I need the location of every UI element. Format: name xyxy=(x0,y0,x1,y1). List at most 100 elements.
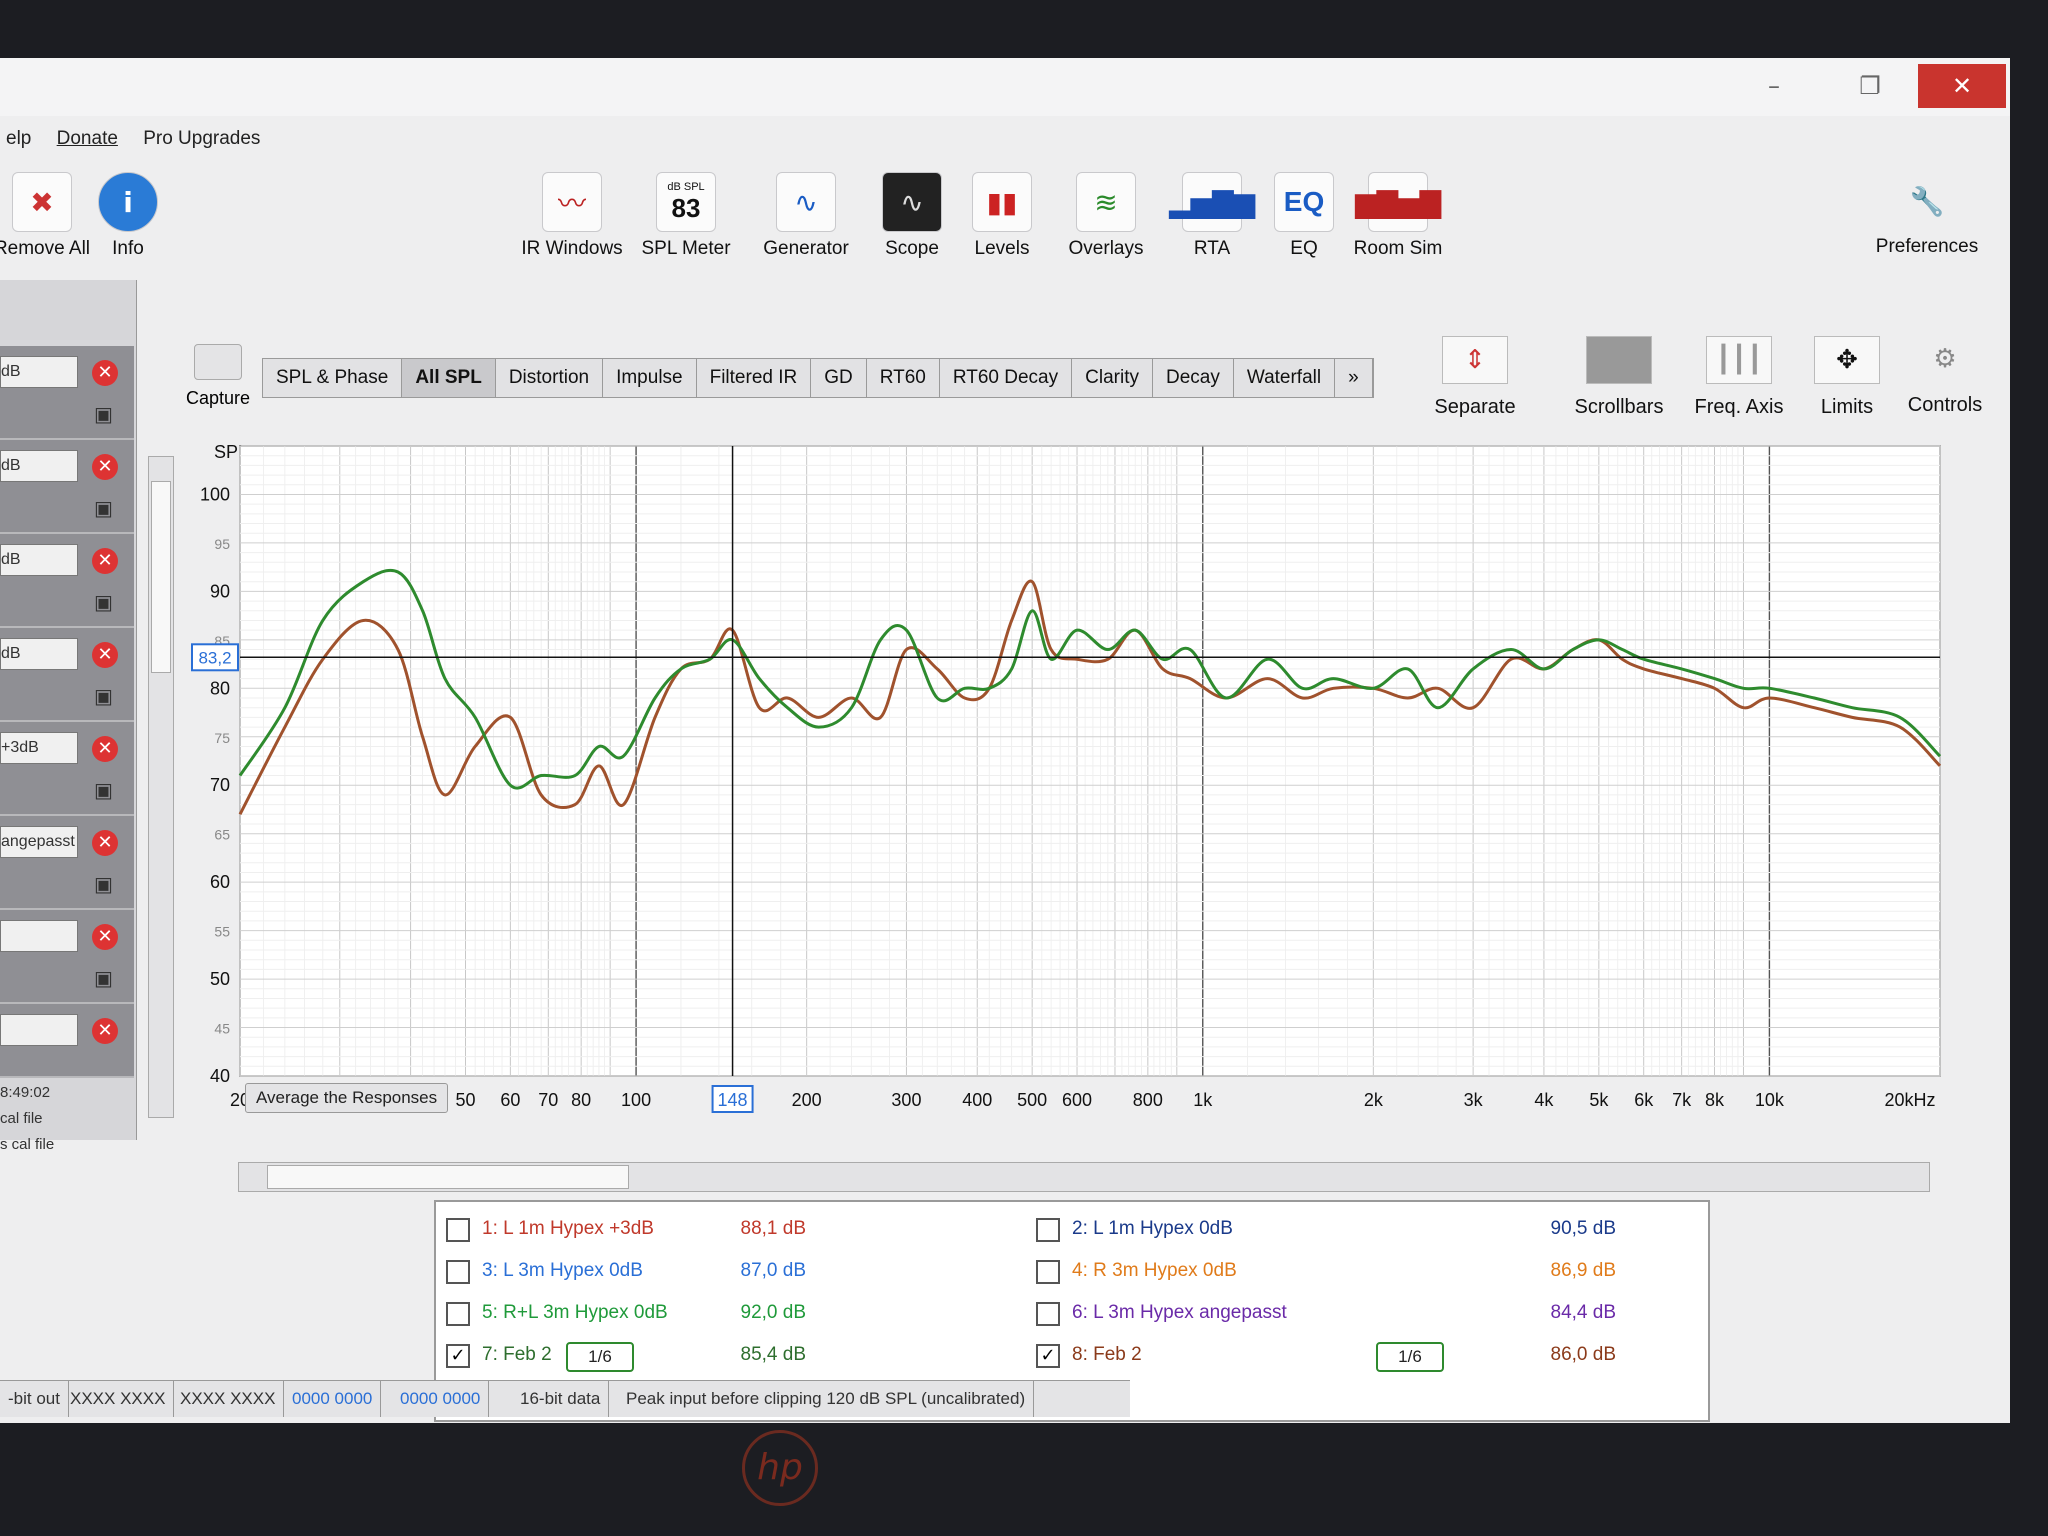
tab-impulse[interactable]: Impulse xyxy=(603,359,697,397)
remove-measurement-icon[interactable]: ✕ xyxy=(92,1018,118,1044)
tab-rt60-decay[interactable]: RT60 Decay xyxy=(940,359,1073,397)
tab-rt60[interactable]: RT60 xyxy=(867,359,940,397)
menu-item-help[interactable]: elp xyxy=(6,128,31,149)
x-tick-label: 5k xyxy=(1589,1090,1609,1110)
separate-button[interactable]: ⇕ Separate xyxy=(1420,336,1530,419)
measurement-name[interactable] xyxy=(0,1014,78,1046)
smoothing-selector[interactable]: 1/6 xyxy=(566,1342,634,1372)
measurement-row[interactable]: ✕ xyxy=(0,1004,134,1078)
status-indicator: XXXX XXXX xyxy=(172,1381,285,1417)
tab-distortion[interactable]: Distortion xyxy=(496,359,604,397)
legend-checkbox[interactable] xyxy=(1036,1260,1060,1284)
scope-icon: ∿ xyxy=(882,172,942,232)
freq-axis-button[interactable]: ┃┃┃ Freq. Axis xyxy=(1684,336,1794,419)
remove-measurement-icon[interactable]: ✕ xyxy=(92,642,118,668)
measurement-row[interactable]: dB ✕ ▣ xyxy=(0,628,134,722)
measurement-name[interactable]: dB xyxy=(0,356,78,388)
measurement-row[interactable]: +3dB ✕ ▣ xyxy=(0,722,134,816)
measurement-row[interactable]: angepasst ✕ ▣ xyxy=(0,816,134,910)
legend-checkbox[interactable] xyxy=(1036,1218,1060,1242)
y-tick-label: 60 xyxy=(210,872,230,892)
legend-label[interactable]: 6: L 3m Hypex angepasst xyxy=(1072,1302,1287,1324)
legend-value: 87,0 dB xyxy=(740,1260,807,1281)
legend-label[interactable]: 7: Feb 2 xyxy=(482,1344,552,1366)
measurement-name[interactable]: +3dB xyxy=(0,732,78,764)
legend-checkbox[interactable] xyxy=(1036,1302,1060,1326)
legend-label[interactable]: 4: R 3m Hypex 0dB xyxy=(1072,1260,1237,1282)
tab-more[interactable]: » xyxy=(1335,359,1373,397)
remove-measurement-icon[interactable]: ✕ xyxy=(92,736,118,762)
limits-button[interactable]: ✥ Limits xyxy=(1792,336,1902,419)
room-sim-button[interactable]: ▆▇▅▇ Room Sim xyxy=(1342,168,1454,318)
measurement-row[interactable]: dB ✕ ▣ xyxy=(0,346,134,440)
tab-filtered-ir[interactable]: Filtered IR xyxy=(697,359,812,397)
measurement-info: 8:49:02 cal file s cal file xyxy=(0,1080,134,1158)
tab-waterfall[interactable]: Waterfall xyxy=(1234,359,1336,397)
menu-item-donate[interactable]: Donate xyxy=(57,128,118,149)
title-bar: – ❐ ✕ xyxy=(0,58,2010,116)
levels-button[interactable]: ▮▮ Levels xyxy=(946,168,1058,318)
close-icon[interactable]: ✕ xyxy=(1918,64,2006,108)
legend-checkbox[interactable] xyxy=(446,1302,470,1326)
vertical-scrollbar[interactable] xyxy=(148,456,174,1118)
freq-axis-icon: ┃┃┃ xyxy=(1706,336,1772,384)
legend-label[interactable]: 5: R+L 3m Hypex 0dB xyxy=(482,1302,668,1324)
menu-item-pro-upgrades[interactable]: Pro Upgrades xyxy=(143,128,260,149)
legend-label[interactable]: 1: L 1m Hypex +3dB xyxy=(482,1218,654,1240)
remove-measurement-icon[interactable]: ✕ xyxy=(92,924,118,950)
restore-icon[interactable]: ❐ xyxy=(1840,64,1900,108)
remove-measurement-icon[interactable]: ✕ xyxy=(92,360,118,386)
ir-windows-button[interactable]: 〰 IR Windows xyxy=(516,168,628,318)
legend-label[interactable]: 8: Feb 2 xyxy=(1072,1344,1142,1366)
save-icon[interactable]: ▣ xyxy=(94,496,113,520)
app-window: – ❐ ✕ elp Donate Pro Upgrades ✖ Remove A… xyxy=(0,58,2010,1423)
legend-checkbox[interactable]: ✓ xyxy=(446,1344,470,1368)
y-tick-label: 55 xyxy=(214,924,230,940)
remove-measurement-icon[interactable]: ✕ xyxy=(92,548,118,574)
generator-button[interactable]: ∿ Generator xyxy=(750,168,862,318)
legend-label[interactable]: 3: L 3m Hypex 0dB xyxy=(482,1260,643,1282)
tab-all-spl[interactable]: All SPL xyxy=(402,359,496,397)
tab-spl-phase[interactable]: SPL & Phase xyxy=(263,359,403,397)
overlays-button[interactable]: ≋ Overlays xyxy=(1050,168,1162,318)
controls-button[interactable]: ⚙ Controls xyxy=(1890,336,2000,417)
measurement-name[interactable]: dB xyxy=(0,450,78,482)
tab-decay[interactable]: Decay xyxy=(1153,359,1234,397)
save-icon[interactable]: ▣ xyxy=(94,966,113,990)
measurement-row[interactable]: ✕ ▣ xyxy=(0,910,134,1004)
remove-measurement-icon[interactable]: ✕ xyxy=(92,830,118,856)
x-tick-label: 80 xyxy=(571,1090,591,1110)
save-icon[interactable]: ▣ xyxy=(94,872,113,896)
save-icon[interactable]: ▣ xyxy=(94,778,113,802)
smoothing-selector[interactable]: 1/6 xyxy=(1376,1342,1444,1372)
legend-checkbox[interactable]: ✓ xyxy=(1036,1344,1060,1368)
legend-checkbox[interactable] xyxy=(446,1260,470,1284)
save-icon[interactable]: ▣ xyxy=(94,402,113,426)
minimize-icon[interactable]: – xyxy=(1744,64,1804,108)
tab-gd[interactable]: GD xyxy=(811,359,867,397)
horizontal-scroll-thumb[interactable] xyxy=(267,1165,629,1189)
measurement-name[interactable]: angepasst xyxy=(0,826,78,858)
legend-checkbox[interactable] xyxy=(446,1218,470,1242)
save-icon[interactable]: ▣ xyxy=(94,590,113,614)
preferences-button[interactable]: 🔧 Preferences xyxy=(1862,168,1992,318)
scrollbars-button[interactable]: Scrollbars xyxy=(1564,336,1674,419)
average-responses-button[interactable]: Average the Responses xyxy=(245,1083,449,1113)
legend-value: 90,5 dB xyxy=(1550,1218,1617,1239)
measurement-name[interactable]: dB xyxy=(0,544,78,576)
spl-meter-button[interactable]: dB SPL 83 SPL Meter xyxy=(630,168,742,318)
measurement-name[interactable]: dB xyxy=(0,638,78,670)
save-icon[interactable]: ▣ xyxy=(94,684,113,708)
measurement-name[interactable] xyxy=(0,920,78,952)
tab-clarity[interactable]: Clarity xyxy=(1072,359,1153,397)
measurement-row[interactable]: dB ✕ ▣ xyxy=(0,534,134,628)
y-tick-label: 50 xyxy=(210,969,230,989)
scrollbars-label: Scrollbars xyxy=(1574,396,1664,418)
measurement-row[interactable]: dB ✕ ▣ xyxy=(0,440,134,534)
legend-label[interactable]: 2: L 1m Hypex 0dB xyxy=(1072,1218,1233,1240)
capture-button[interactable]: Capture xyxy=(178,344,258,409)
spl-graph[interactable]: SPL 100959085807570656055504540 20304050… xyxy=(180,428,1980,1208)
vertical-scroll-thumb[interactable] xyxy=(151,481,171,673)
remove-measurement-icon[interactable]: ✕ xyxy=(92,454,118,480)
horizontal-scrollbar[interactable] xyxy=(238,1162,1930,1192)
